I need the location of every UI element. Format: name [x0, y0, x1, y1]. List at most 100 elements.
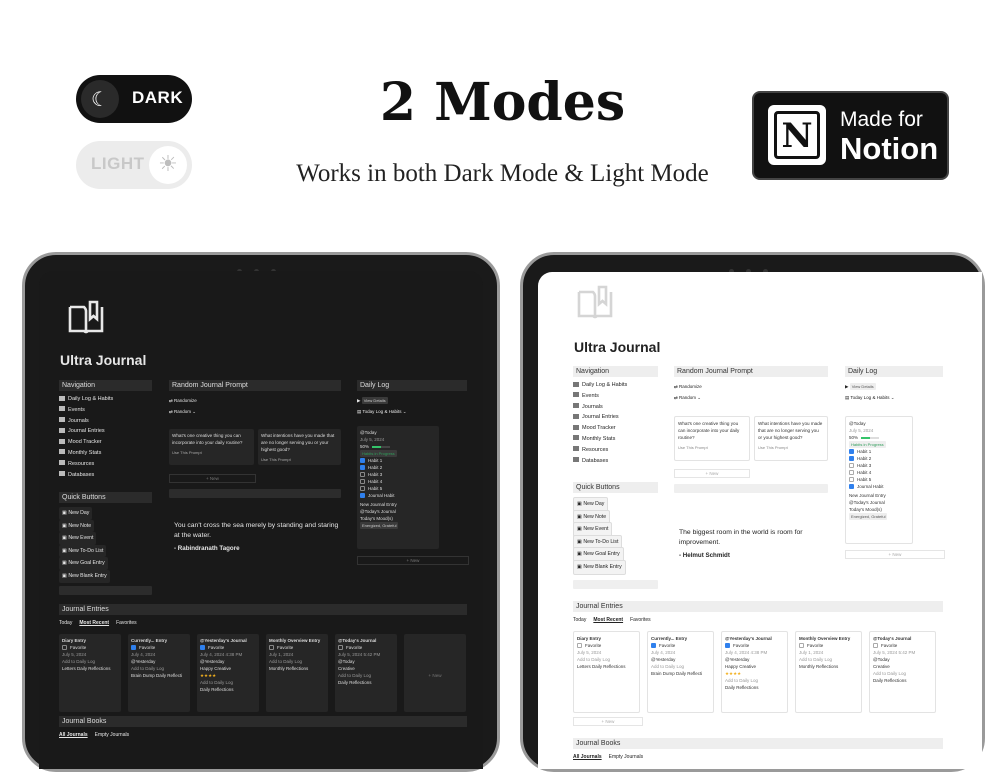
randomize-button[interactable]: ⇄ Randomize — [674, 383, 828, 390]
nav-item[interactable]: Events — [59, 405, 152, 416]
journal-entry-card[interactable]: @Yesterday's Journal Favorite July 4, 2024… — [197, 634, 259, 712]
quick-button[interactable]: ▣ New Blank Entry — [59, 569, 152, 583]
new-entry-button[interactable]: + New — [404, 634, 466, 712]
journal-entry-card[interactable]: Diary Entry Favorite July 5, 2024 Add to Da… — [59, 634, 121, 712]
quick-button[interactable]: ▣ New Goal Entry — [59, 557, 152, 570]
favorite-checkbox[interactable]: Favorite — [651, 642, 710, 649]
nav-item[interactable]: Monthly Stats — [573, 434, 658, 445]
nav-item[interactable]: Journal Entries — [573, 412, 658, 423]
new-prompt-button[interactable]: + New — [674, 469, 750, 478]
journal-entry-card[interactable]: Currently... Entry Favorite July 4, 2024 @Y… — [128, 634, 190, 712]
quick-button[interactable]: ▣ New Day — [59, 507, 152, 520]
quick-button[interactable]: ▣ New Note — [59, 519, 152, 533]
random-select[interactable]: ⇄ Random ⌄ — [169, 408, 341, 415]
favorite-checkbox[interactable]: Favorite — [338, 644, 394, 651]
quick-button[interactable]: ▣ New Goal Entry — [573, 547, 658, 562]
journal-entry-card[interactable]: Diary Entry Favorite July 5, 2024 Add to Da… — [573, 631, 640, 713]
nav-item[interactable]: Resources — [59, 459, 152, 470]
habit-checkbox[interactable]: Habit 5 — [849, 476, 909, 483]
new-journal-entry-button[interactable]: New Journal Entry — [360, 501, 436, 508]
journal-entry-card[interactable]: @Today's Journal Favorite July 5, 2024 5:4… — [335, 634, 397, 712]
nav-item[interactable]: Events — [573, 391, 658, 402]
habit-checkbox[interactable]: Habit 3 — [849, 462, 909, 469]
view-tab[interactable]: Empty Journals — [609, 754, 643, 760]
badge-line1: Made for — [840, 108, 923, 131]
journal-link[interactable]: @Today's Journal — [849, 499, 909, 506]
quick-button[interactable]: ▣ New Blank Entry — [573, 559, 658, 575]
journal-entry-card[interactable]: Monthly Overview Entry Favorite July 1, 20… — [266, 634, 328, 712]
favorite-checkbox[interactable]: Favorite — [577, 642, 636, 649]
nav-item[interactable]: Databases — [59, 470, 152, 481]
view-tab[interactable]: Most Recent — [593, 617, 623, 623]
favorite-checkbox[interactable]: Favorite — [131, 644, 187, 651]
journal-entry-card[interactable]: Currently... Entry Favorite July 4, 2024 @Y… — [647, 631, 714, 713]
quick-button[interactable]: ▣ New To-Do List — [573, 534, 658, 550]
daily-log-card[interactable]: @Today July 5, 2024 50% Habits in Progress H… — [845, 416, 913, 544]
nav-item[interactable]: Daily Log & Habits — [59, 394, 152, 405]
nav-item[interactable]: Journal Entries — [59, 426, 152, 437]
checkbox-icon — [360, 493, 365, 498]
nav-item[interactable]: Monthly Stats — [59, 448, 152, 459]
new-journal-entry-button[interactable]: New Journal Entry — [849, 492, 909, 499]
quick-button[interactable]: ▣ New Day — [573, 497, 658, 512]
nav-item[interactable]: Journals — [59, 416, 152, 427]
quick-button[interactable]: ▣ New Event — [573, 522, 658, 537]
new-daily-log-button[interactable]: + New — [357, 556, 469, 565]
view-tab[interactable]: Today — [573, 617, 586, 623]
quick-button[interactable]: ▣ New To-Do List — [59, 544, 152, 558]
habit-checkbox[interactable]: Journal Habit — [360, 492, 436, 499]
nav-item[interactable]: Mood Tracker — [59, 437, 152, 448]
view-tab[interactable]: Favorites — [116, 620, 137, 626]
new-entry-button[interactable]: + New — [573, 717, 643, 726]
new-prompt-button[interactable]: + New — [169, 474, 256, 483]
view-details-toggle[interactable]: ▶ View Details — [357, 397, 467, 404]
new-daily-log-button[interactable]: + New — [845, 550, 945, 559]
prompt-card[interactable]: What intentions have you made that are n… — [754, 416, 828, 461]
randomize-button[interactable]: ⇄ Randomize — [169, 397, 341, 404]
view-tab[interactable]: Today — [59, 620, 72, 626]
entry-date: July 5, 2024 — [577, 650, 602, 655]
view-tab[interactable]: All Journals — [59, 732, 88, 738]
random-select[interactable]: ⇄ Random ⌄ — [674, 394, 828, 401]
habit-checkbox[interactable]: Journal Habit — [849, 483, 909, 490]
nav-item[interactable]: Mood Tracker — [573, 423, 658, 434]
view-details-toggle[interactable]: ▶ View Details — [845, 383, 943, 390]
prompt-card[interactable]: What's one creative thing you can incorp… — [674, 416, 750, 461]
view-tab[interactable]: Favorites — [630, 617, 651, 623]
habit-checkbox[interactable]: Habit 4 — [849, 469, 909, 476]
today-log-select[interactable]: ▤ Today Log & Habits ⌄ — [845, 394, 943, 401]
favorite-checkbox[interactable]: Favorite — [873, 642, 932, 649]
habit-checkbox[interactable]: Habit 3 — [360, 471, 436, 478]
add-to-daily-log: Add to Daily Log — [799, 657, 833, 662]
habit-checkbox[interactable]: Habit 2 — [360, 464, 436, 471]
quick-button[interactable]: ▣ New Event — [59, 532, 152, 545]
favorite-checkbox[interactable]: Favorite — [269, 644, 325, 651]
daily-log-card[interactable]: @Today July 5, 2024 50% Habits in Progress H… — [357, 426, 439, 549]
favorite-checkbox[interactable]: Favorite — [799, 642, 858, 649]
nav-item[interactable]: Databases — [573, 456, 658, 467]
habit-checkbox[interactable]: Habit 4 — [360, 478, 436, 485]
favorite-checkbox[interactable]: Favorite — [62, 644, 118, 651]
nav-item[interactable]: Journals — [573, 402, 658, 413]
habit-checkbox[interactable]: Habit 5 — [360, 485, 436, 492]
journal-link[interactable]: @Today's Journal — [360, 508, 436, 515]
habit-checkbox[interactable]: Habit 1 — [360, 457, 436, 464]
habit-checkbox[interactable]: Habit 2 — [849, 455, 909, 462]
view-tab[interactable]: Empty Journals — [95, 732, 129, 738]
view-tab[interactable]: All Journals — [573, 754, 602, 760]
today-log-select[interactable]: ▤ Today Log & Habits ⌄ — [357, 408, 467, 415]
prompt-card[interactable]: What's one creative thing you can incorp… — [169, 429, 254, 465]
journal-entry-card[interactable]: @Yesterday's Journal Favorite July 4, 2024… — [721, 631, 788, 713]
journal-entry-card[interactable]: Monthly Overview Entry Favorite July 1, 20… — [795, 631, 862, 713]
nav-item[interactable]: Resources — [573, 445, 658, 456]
journal-entry-card[interactable]: @Today's Journal Favorite July 5, 2024 5:4… — [869, 631, 936, 713]
favorite-checkbox[interactable]: Favorite — [200, 644, 256, 651]
prompt-card[interactable]: What intentions have you made that are n… — [258, 429, 341, 465]
favorite-checkbox[interactable]: Favorite — [725, 642, 784, 649]
quick-button[interactable]: ▣ New Note — [573, 509, 658, 525]
habit-checkbox[interactable]: Habit 1 — [849, 448, 909, 455]
checkbox-icon — [360, 465, 365, 470]
nav-item[interactable]: Daily Log & Habits — [573, 380, 658, 391]
view-tab[interactable]: Most Recent — [79, 620, 109, 626]
progress-bar — [861, 436, 880, 439]
